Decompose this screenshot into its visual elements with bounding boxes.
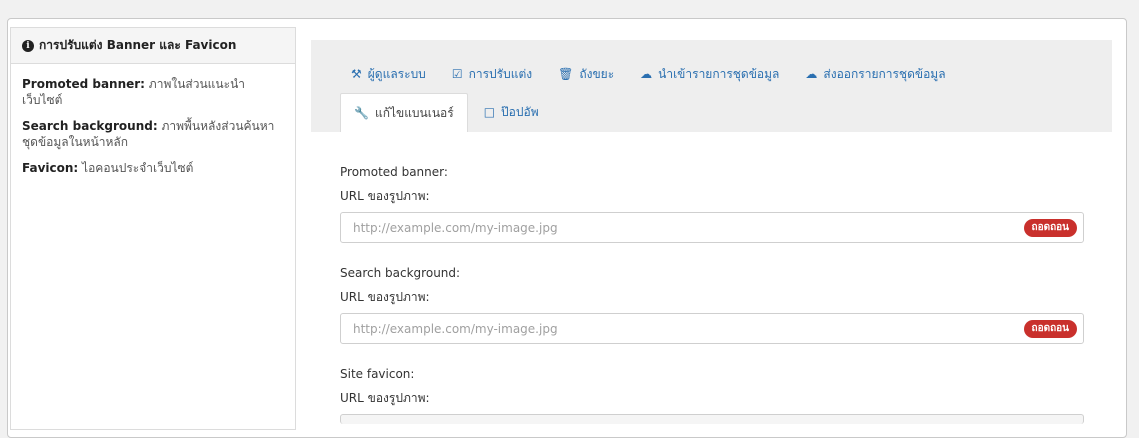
wrench-icon: 🔧 xyxy=(354,106,369,120)
banner-form: Promoted banner: URL ของรูปภาพ: ถอดถอน S… xyxy=(311,132,1112,424)
tab-trash[interactable]: 🗑 ถังขยะ xyxy=(558,61,614,87)
section-title: Search background: xyxy=(340,266,461,280)
tab-row-primary: ⚒ ผู้ดูแลระบบ ☑ การปรับแต่ง 🗑 ถังขยะ ☁ น… xyxy=(351,61,972,87)
tab-import[interactable]: ☁ นำเข้ารายการชุดข้อมูล xyxy=(640,61,779,87)
url-label: URL ของรูปภาพ: xyxy=(340,290,430,304)
section-title: Site favicon: xyxy=(340,367,415,381)
sidebar-entry-favicon: Favicon: ไอคอนประจำเว็บไซต์ xyxy=(22,160,284,176)
search-background-url-input[interactable] xyxy=(341,314,1005,343)
tab-popup[interactable]: □ ป๊อปอัพ xyxy=(472,93,551,131)
window-icon: □ xyxy=(483,105,496,119)
sidebar-title: การปรับแต่ง Banner และ Favicon xyxy=(39,38,237,52)
tab-label: แก้ไขแบนเนอร์ xyxy=(374,105,454,120)
main-panel: ⚒ ผู้ดูแลระบบ ☑ การปรับแต่ง 🗑 ถังขยะ ☁ น… xyxy=(311,40,1112,430)
tab-row-secondary: 🔧 แก้ไขแบนเนอร์ □ ป๊อปอัพ xyxy=(340,93,577,132)
gavel-icon: ⚒ xyxy=(351,67,362,81)
sidebar-entry-banner: Promoted banner: ภาพในส่วนแนะนำเว็บไซต์ xyxy=(22,76,284,108)
tab-label: นำเข้ารายการชุดข้อมูล xyxy=(658,66,780,81)
tab-label: ผู้ดูแลระบบ xyxy=(367,66,426,81)
sidebar-body: Promoted banner: ภาพในส่วนแนะนำเว็บไซต์ … xyxy=(11,64,295,194)
cloud-upload-icon: ☁ xyxy=(640,67,653,81)
remove-button[interactable]: ถอดถอน xyxy=(1023,219,1077,237)
sidebar-panel: i การปรับแต่ง Banner และ Favicon Promote… xyxy=(10,27,296,430)
tab-label: ส่งออกรายการชุดข้อมูล xyxy=(823,66,946,81)
tab-bar: ⚒ ผู้ดูแลระบบ ☑ การปรับแต่ง 🗑 ถังขยะ ☁ น… xyxy=(311,40,1112,132)
tab-export[interactable]: ☁ ส่งออกรายการชุดข้อมูล xyxy=(805,61,945,87)
sidebar-entry-search-bg: Search background: ภาพพื้นหลังส่วนค้นหาช… xyxy=(22,118,284,150)
url-label: URL ของรูปภาพ: xyxy=(340,391,430,405)
promoted-banner-url-input[interactable] xyxy=(341,213,1005,242)
url-input-wrapper: ถอดถอน xyxy=(340,212,1084,243)
tab-label: ป๊อปอัพ xyxy=(501,104,539,119)
checkbox-edit-icon: ☑ xyxy=(451,67,463,81)
url-input-wrapper: ถอดถอน xyxy=(340,313,1084,344)
tab-label: การปรับแต่ง xyxy=(468,66,533,81)
tab-label: ถังขยะ xyxy=(579,66,615,81)
tab-config[interactable]: ☑ การปรับแต่ง xyxy=(452,61,532,87)
cloud-download-icon: ☁ xyxy=(805,67,818,81)
tab-edit-banner[interactable]: 🔧 แก้ไขแบนเนอร์ xyxy=(340,93,468,132)
url-label: URL ของรูปภาพ: xyxy=(340,189,430,203)
sidebar-entry-key: Promoted banner: xyxy=(22,77,145,91)
section-title: Promoted banner: xyxy=(340,165,448,179)
trash-icon: 🗑 xyxy=(558,67,574,81)
tab-admins[interactable]: ⚒ ผู้ดูแลระบบ xyxy=(351,61,426,87)
favicon-url-input[interactable] xyxy=(340,414,1084,424)
search-background-section: Search background: URL ของรูปภาพ: ถอดถอน xyxy=(340,265,1084,344)
site-favicon-section: Site favicon: URL ของรูปภาพ: xyxy=(340,366,1084,424)
promoted-banner-section: Promoted banner: URL ของรูปภาพ: ถอดถอน xyxy=(340,164,1084,243)
sidebar-entry-key: Search background: xyxy=(22,119,158,133)
info-icon: i xyxy=(22,39,34,52)
sidebar-entry-desc: ไอคอนประจำเว็บไซต์ xyxy=(78,161,194,175)
sidebar-header: i การปรับแต่ง Banner และ Favicon xyxy=(11,28,295,64)
sidebar-entry-key: Favicon: xyxy=(22,161,79,175)
remove-button[interactable]: ถอดถอน xyxy=(1023,320,1077,338)
